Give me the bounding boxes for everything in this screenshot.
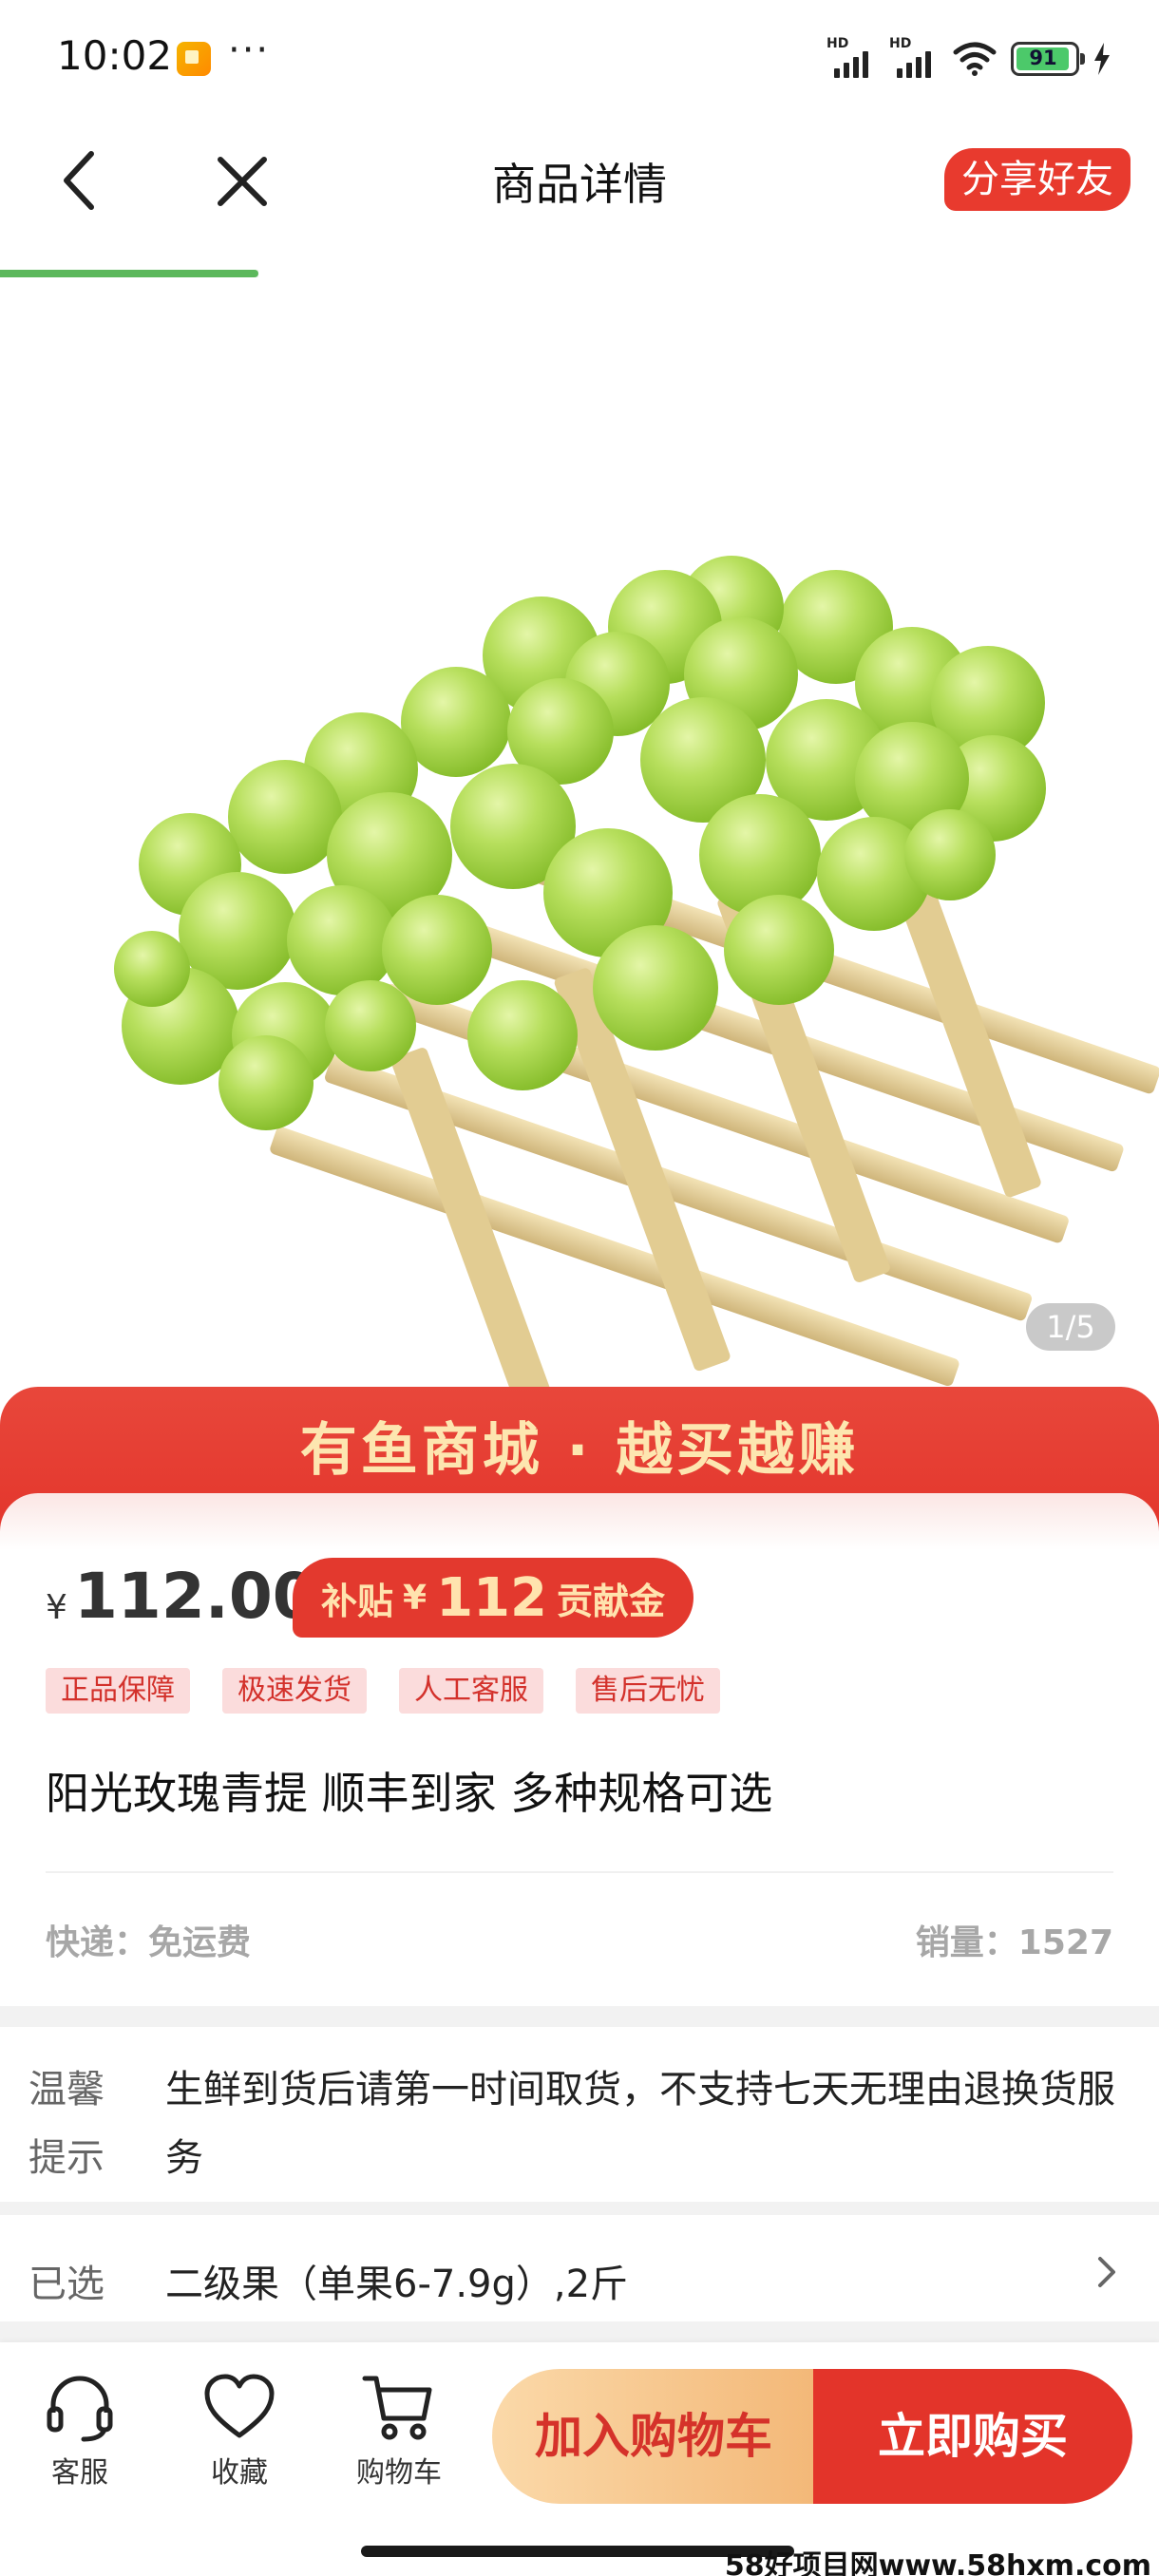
shopping-cart-icon xyxy=(362,2376,432,2440)
price: 112.00 xyxy=(74,1560,316,1633)
divider xyxy=(46,1871,1113,1873)
status-bar: 10:02 ··· HD HD 91 xyxy=(0,0,1159,114)
section-divider xyxy=(0,2321,1159,2342)
service-tags: 正品保障 极速发货 人工客服 售后无忧 xyxy=(46,1668,720,1714)
product-title: 阳光玫瑰青提 顺丰到家 多种规格可选 xyxy=(46,1768,773,1819)
service-tag: 售后无忧 xyxy=(576,1668,720,1714)
subsidy-badge: 补贴 ¥ 112 贡献金 xyxy=(293,1558,694,1638)
watermark: 58好项目网www.58hxm.com xyxy=(724,2549,1151,2576)
section-divider xyxy=(0,2006,1159,2027)
selected-spec-label: 已选 xyxy=(28,2263,104,2306)
cart-button[interactable]: 购物车 xyxy=(342,2371,456,2491)
nav-bar: 商品详情 分享好友 xyxy=(0,114,1159,247)
section-divider xyxy=(0,2202,1159,2215)
battery-icon: 91 xyxy=(1011,42,1085,76)
customer-service-button[interactable]: 客服 xyxy=(23,2371,137,2491)
signal-icon: HD xyxy=(889,36,939,78)
buy-now-button[interactable]: 立即购买 xyxy=(813,2369,1132,2504)
notice-label: 温馨提示 xyxy=(28,2068,104,2180)
promo-banner-text: 有鱼商城 · 越买越赚 xyxy=(299,1417,860,1484)
image-counter: 1/5 xyxy=(1026,1303,1115,1351)
selected-spec-value: 二级果（单果6-7.9g）,2斤 xyxy=(165,2263,629,2306)
share-button[interactable]: 分享好友 xyxy=(944,148,1130,211)
add-to-cart-button[interactable]: 加入购物车 xyxy=(492,2369,815,2504)
heart-icon xyxy=(204,2374,275,2438)
wifi-icon xyxy=(953,42,997,76)
more-notifications-icon: ··· xyxy=(228,28,271,72)
signal-icon: HD xyxy=(826,36,876,78)
charging-icon xyxy=(1094,43,1110,75)
headset-icon xyxy=(47,2376,113,2442)
notice-text: 生鲜到货后请第一时间取货，不支持七天无理由退换货服务 xyxy=(165,2068,1115,2180)
status-indicators: HD HD 91 xyxy=(826,36,1112,80)
favorite-button[interactable]: 收藏 xyxy=(182,2371,296,2491)
sales-count: 销量：1527 xyxy=(915,1923,1113,1962)
notification-app-icon xyxy=(177,42,211,76)
service-tag: 极速发货 xyxy=(222,1668,367,1714)
chevron-right-icon xyxy=(1098,2257,1115,2287)
shipping-info: 快递：免运费 xyxy=(46,1923,252,1962)
status-time: 10:02 xyxy=(57,32,173,79)
service-tag: 人工客服 xyxy=(399,1668,543,1714)
loading-progress-bar xyxy=(0,270,258,277)
price-currency: ¥ xyxy=(46,1588,67,1627)
product-image[interactable] xyxy=(0,285,1159,1387)
service-tag: 正品保障 xyxy=(46,1668,190,1714)
